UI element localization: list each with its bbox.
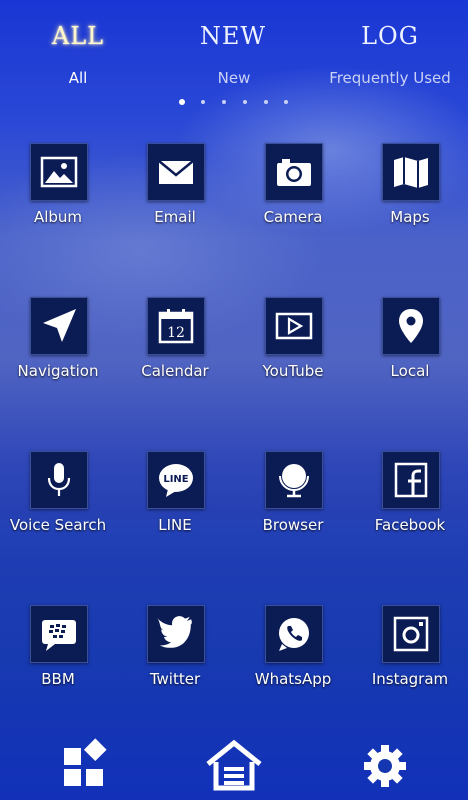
app-voice-search[interactable]: Voice Search — [3, 451, 113, 551]
subtab-frequently-used[interactable]: Frequently Used — [320, 69, 460, 87]
app-tile — [382, 143, 440, 201]
widgets-icon — [64, 738, 107, 786]
calendar-day-text: 12 — [167, 325, 185, 341]
app-label: Camera — [263, 208, 323, 226]
app-local[interactable]: Local — [355, 297, 465, 397]
app-label: LINE — [158, 516, 192, 534]
app-tile — [30, 451, 88, 509]
app-tile — [30, 143, 88, 201]
page-dot — [222, 100, 226, 104]
home-icon — [206, 739, 262, 791]
app-youtube[interactable]: YouTube — [238, 297, 348, 397]
settings-button[interactable] — [355, 738, 415, 794]
page-dot — [264, 100, 268, 104]
play-icon — [275, 312, 313, 340]
app-tile — [382, 605, 440, 663]
home-button[interactable] — [204, 738, 264, 794]
app-camera[interactable]: Camera — [238, 143, 348, 243]
app-tile — [265, 451, 323, 509]
picture-icon — [40, 156, 78, 188]
app-tile — [382, 297, 440, 355]
twitter-bird-icon — [156, 616, 192, 648]
app-calendar[interactable]: 12 Calendar — [120, 297, 230, 397]
page-dot — [243, 100, 247, 104]
app-email[interactable]: Email — [120, 143, 230, 243]
app-album[interactable]: Album — [3, 143, 113, 243]
app-label: Email — [154, 208, 196, 226]
navigation-arrow-icon — [43, 309, 76, 342]
settings-gear-icon — [364, 745, 406, 787]
app-label: Calendar — [141, 362, 209, 380]
page-dot — [284, 100, 288, 104]
bbm-icon — [42, 620, 76, 651]
whatsapp-icon — [279, 618, 309, 651]
app-label: Album — [33, 208, 83, 226]
app-tile — [265, 297, 323, 355]
app-browser[interactable]: Browser — [238, 451, 348, 551]
app-tile — [147, 143, 205, 201]
app-label: YouTube — [262, 362, 324, 380]
app-tile — [30, 297, 88, 355]
calendar-icon: 12 — [158, 309, 194, 344]
tab-log[interactable]: LOG — [330, 22, 450, 50]
app-maps[interactable]: Maps — [355, 143, 465, 243]
app-label: Voice Search — [9, 516, 107, 534]
app-label: Browser — [262, 516, 324, 534]
app-tile: 12 — [147, 297, 205, 355]
subtab-all[interactable]: All — [38, 69, 118, 87]
app-line[interactable]: LINE LINE — [120, 451, 230, 551]
app-label: Local — [390, 362, 430, 380]
subtab-new[interactable]: New — [194, 69, 274, 87]
map-pin-icon — [399, 309, 423, 343]
widgets-button[interactable] — [54, 738, 114, 794]
map-icon — [394, 157, 428, 188]
app-tile — [147, 605, 205, 663]
app-label: BBM — [41, 670, 75, 688]
microphone-icon — [47, 463, 71, 496]
line-logo-text: LINE — [163, 474, 188, 485]
tab-all[interactable]: ALL — [18, 22, 138, 50]
app-whatsapp[interactable]: WhatsApp — [238, 605, 348, 705]
line-icon: LINE — [159, 464, 193, 497]
page-indicator — [178, 99, 298, 108]
app-label: Maps — [390, 208, 430, 226]
app-bbm[interactable]: BBM — [3, 605, 113, 705]
app-label: Navigation — [17, 362, 99, 380]
app-label: Twitter — [149, 670, 201, 688]
page-dot-active — [179, 99, 185, 105]
app-label: Instagram — [371, 670, 449, 688]
facebook-icon — [394, 462, 428, 498]
app-tile — [30, 605, 88, 663]
envelope-icon — [158, 160, 194, 184]
app-tile: LINE — [147, 451, 205, 509]
app-tile — [265, 605, 323, 663]
app-facebook[interactable]: Facebook — [355, 451, 465, 551]
globe-icon — [279, 464, 309, 498]
app-label: WhatsApp — [254, 670, 332, 688]
app-tile — [382, 451, 440, 509]
instagram-icon — [393, 616, 429, 652]
tab-new[interactable]: NEW — [173, 22, 293, 50]
app-instagram[interactable]: Instagram — [355, 605, 465, 705]
camera-icon — [277, 159, 311, 186]
app-tile — [265, 143, 323, 201]
sub-tabs: All New Frequently Used — [0, 69, 468, 89]
top-tabs: ALL NEW LOG — [0, 22, 468, 62]
app-label: Facebook — [374, 516, 446, 534]
app-navigation[interactable]: Navigation — [3, 297, 113, 397]
app-twitter[interactable]: Twitter — [120, 605, 230, 705]
page-dot — [201, 100, 205, 104]
bottom-dock — [0, 738, 468, 798]
